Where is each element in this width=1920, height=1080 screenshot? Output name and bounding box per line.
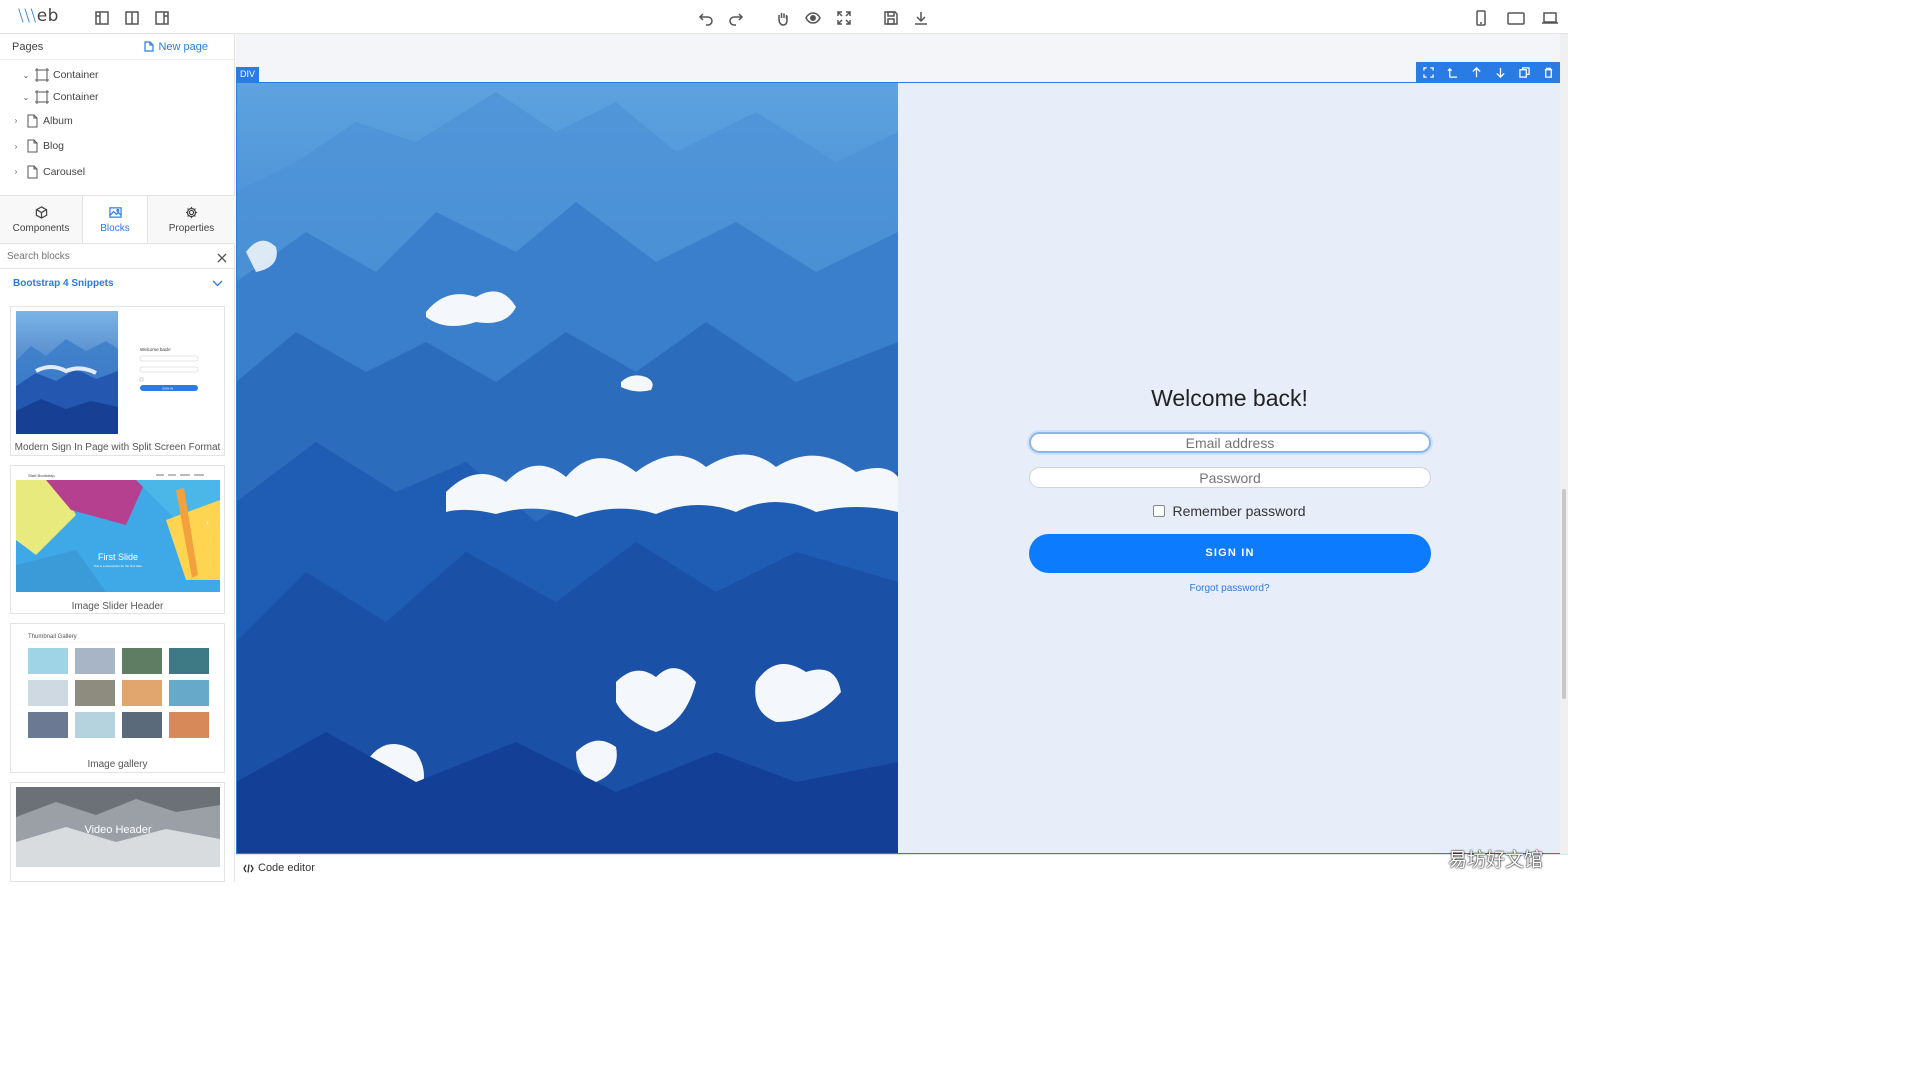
container-icon	[35, 68, 49, 82]
chevron-right-icon[interactable]: ›	[12, 167, 20, 176]
tablet-view-icon[interactable]	[1505, 8, 1527, 28]
redo-icon[interactable]	[726, 8, 746, 28]
bottom-bar: Code editor	[236, 854, 1568, 882]
file-icon	[25, 114, 39, 128]
file-icon	[25, 165, 39, 179]
block-thumbnail: Thumbnail Gallery	[16, 628, 220, 750]
block-card-signin[interactable]: Welcome back! SIGN IN Modern Sign In Pag…	[10, 306, 225, 456]
watermark-text: 易坊好文馆	[1448, 849, 1544, 871]
toggle-left-panel-icon[interactable]	[92, 8, 112, 28]
tab-properties[interactable]: Properties	[148, 196, 235, 243]
code-editor-button[interactable]: Code editor	[243, 862, 315, 874]
pages-tree: ⌄ Container ⌄ Container › Album › Blog ›…	[0, 60, 234, 195]
tab-blocks[interactable]: Blocks	[83, 196, 148, 243]
svg-text:Welcome back!: Welcome back!	[140, 347, 171, 352]
svg-text:First Slide: First Slide	[98, 552, 138, 562]
block-card-slider[interactable]: Start Bootstrap First Slide This is a de…	[10, 465, 225, 614]
svg-text:›: ›	[206, 518, 209, 527]
panel-tabs: Components Blocks Properties	[0, 195, 235, 244]
app-logo: \\\eb	[18, 6, 59, 26]
snippets-section-header[interactable]: Bootstrap 4 Snippets	[13, 278, 223, 289]
search-blocks-input[interactable]	[0, 249, 200, 263]
selection-toolbar	[1416, 62, 1560, 82]
code-icon	[243, 863, 254, 873]
delete-icon[interactable]	[1541, 65, 1555, 79]
block-search	[0, 244, 235, 269]
gear-icon	[185, 206, 198, 218]
block-thumbnail: Video Header	[16, 787, 220, 867]
password-field[interactable]	[1029, 467, 1431, 488]
sign-in-button[interactable]: SIGN IN	[1029, 534, 1431, 573]
email-field[interactable]	[1029, 432, 1431, 453]
remember-checkbox[interactable]	[1153, 505, 1166, 517]
download-icon[interactable]	[911, 8, 931, 28]
undo-icon[interactable]	[696, 8, 716, 28]
tree-item-blog[interactable]: › Blog	[0, 133, 234, 159]
new-file-icon	[144, 41, 155, 52]
login-pane: Welcome back! Remember password SIGN IN …	[898, 82, 1561, 854]
tree-item-carousel[interactable]: › Carousel	[0, 159, 234, 184]
clone-icon[interactable]	[1517, 65, 1531, 79]
top-toolbar: \\\eb	[0, 0, 1568, 34]
file-icon	[25, 139, 39, 153]
preview-eye-icon[interactable]	[803, 8, 823, 28]
toggle-right-panel-icon[interactable]	[152, 8, 172, 28]
cube-icon	[35, 205, 47, 219]
container-icon	[35, 90, 49, 104]
remember-password[interactable]: Remember password	[898, 503, 1561, 519]
mobile-view-icon[interactable]	[1471, 8, 1491, 28]
svg-text:Video Header: Video Header	[84, 824, 151, 836]
svg-text:Start Bootstrap: Start Bootstrap	[28, 473, 55, 478]
svg-text:This is a description for the: This is a description for the first slid…	[93, 564, 143, 568]
close-icon[interactable]	[217, 250, 229, 263]
select-parent-icon[interactable]	[1445, 65, 1459, 79]
pages-header: Pages New page	[0, 34, 234, 60]
hero-mountain-image[interactable]	[236, 82, 898, 854]
desktop-view-icon[interactable]	[1539, 8, 1561, 28]
resize-icon[interactable]	[1421, 65, 1435, 79]
forgot-password-link[interactable]: Forgot password?	[898, 583, 1561, 594]
block-card-video[interactable]: Video Header	[10, 782, 225, 882]
svg-text:Thumbnail Gallery: Thumbnail Gallery	[28, 634, 77, 640]
image-icon	[108, 206, 122, 218]
save-icon[interactable]	[881, 8, 901, 28]
drag-hand-icon[interactable]	[773, 8, 793, 28]
block-card-gallery[interactable]: Thumbnail Gallery Image gallery	[10, 623, 225, 773]
move-down-icon[interactable]	[1493, 65, 1507, 79]
chevron-down-icon[interactable]: ⌄	[22, 71, 30, 80]
tree-item-container[interactable]: ⌄ Container	[0, 86, 234, 108]
canvas-scrollbar[interactable]	[1560, 34, 1568, 854]
new-page-button[interactable]: New page	[144, 41, 208, 53]
selected-element-tag: DIV	[236, 67, 260, 82]
tree-item-container[interactable]: ⌄ Container	[0, 64, 234, 86]
toggle-split-icon[interactable]	[122, 8, 142, 28]
chevron-down-icon	[212, 280, 223, 287]
scrollbar-thumb[interactable]	[1562, 489, 1566, 699]
tab-components[interactable]: Components	[0, 196, 83, 243]
login-title: Welcome back!	[1151, 385, 1308, 411]
tree-item-album[interactable]: › Album	[0, 108, 234, 133]
pages-title: Pages	[12, 40, 44, 53]
chevron-right-icon[interactable]: ›	[12, 116, 20, 125]
svg-text:SIGN IN: SIGN IN	[162, 387, 173, 391]
block-thumbnail: Welcome back! SIGN IN	[16, 311, 220, 434]
left-panel: Pages New page ⌄ Container ⌄ Container ›…	[0, 34, 235, 882]
move-up-icon[interactable]	[1469, 65, 1483, 79]
fullscreen-icon[interactable]	[834, 8, 854, 28]
chevron-down-icon[interactable]: ⌄	[22, 93, 30, 102]
chevron-right-icon[interactable]: ›	[12, 142, 20, 151]
block-thumbnail: Start Bootstrap First Slide This is a de…	[16, 470, 220, 592]
